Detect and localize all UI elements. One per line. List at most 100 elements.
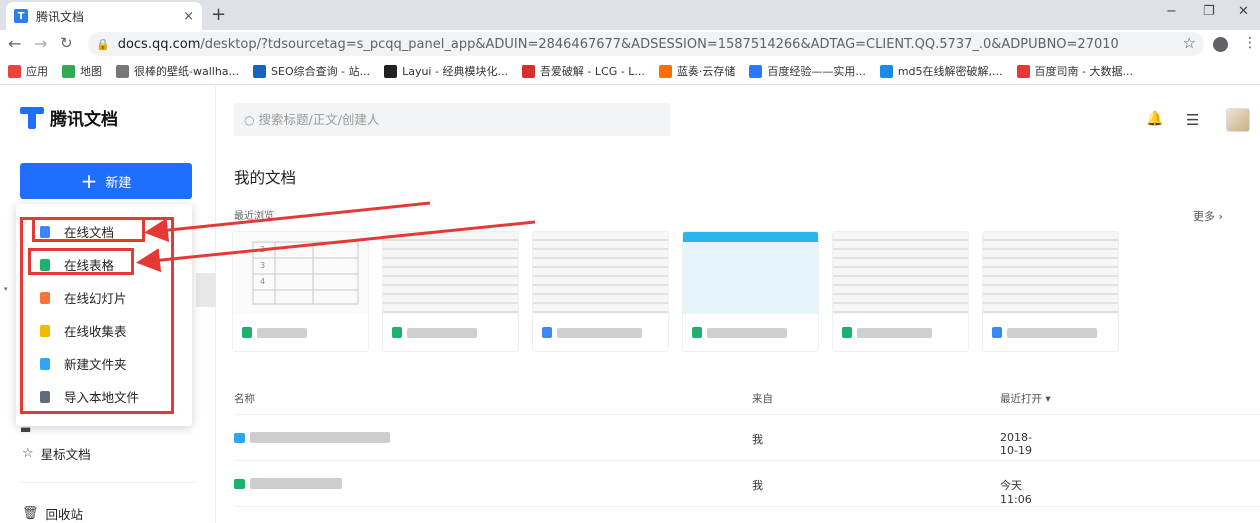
new-menu-item[interactable]: 导入本地文件 [16,380,192,413]
card-thumbnail [983,232,1118,314]
bookmark-item[interactable]: 百度经验——实用... [749,63,866,79]
sidebar-item-trash[interactable]: 🗑 回收站 [22,504,83,523]
bookmark-label: 很棒的壁纸-wallha... [134,65,240,78]
recent-card[interactable] [532,231,669,352]
url-field[interactable]: 🔒 docs.qq.com/desktop/?tdsourcetag=s_pcq… [88,32,1204,56]
bookmark-item[interactable]: md5在线解密破解,... [879,63,1003,79]
column-header-name[interactable]: 名称 [234,391,255,406]
redacted-title [557,328,642,338]
bell-icon[interactable]: 🔔 [1146,111,1163,127]
tab-title: 腾讯文档 [36,9,85,24]
bookmark-favicon-icon [749,64,763,78]
reload-icon[interactable]: ↻ [60,34,73,52]
bookmark-item[interactable]: 很棒的壁纸-wallha... [116,63,239,79]
new-menu-item-label: 导入本地文件 [64,390,140,405]
back-icon[interactable]: ← [8,34,21,53]
bookmark-favicon-icon [8,64,21,78]
row-last-opened: 2018-10-19 [1000,431,1032,457]
file-type-icon [40,390,50,403]
bookmark-label: 吾爱破解 - LCG - L... [539,65,645,78]
file-type-icon [40,225,50,238]
account-avatar-icon[interactable] [1213,37,1228,52]
redacted-file-name [250,478,342,489]
file-type-icon [40,324,50,337]
bookmark-item[interactable]: Layui - 经典模块化... [384,63,508,79]
star-icon: ☆ [22,446,34,461]
file-type-icon [40,357,50,370]
bookmarks-bar: 应用 地图 很棒的壁纸-wallha... SEO综合查询 - 站... Layui -… [0,58,1260,85]
new-menu-item[interactable]: 在线幻灯片 [16,281,192,314]
forward-icon[interactable]: → [34,34,47,53]
main-content: ○ 🔔 ☰ 我的文档 最近浏览 更多 › 2 3 4 名称 来自 最近打开 ▾ 我 2… [216,86,1260,523]
file-type-icon [392,327,402,338]
browser-tab-strip: T 腾讯文档 × + − ❐ ✕ [0,0,1260,30]
bookmark-item[interactable]: 应用 [8,63,48,79]
recent-card[interactable] [832,231,969,352]
header-divider [234,414,1260,415]
sidebar-item-starred[interactable]: ☆ 星标文档 [22,444,91,463]
new-menu-item-label: 在线文档 [64,225,115,240]
recent-card[interactable] [982,231,1119,352]
redacted-title [407,328,477,338]
collapse-caret-icon[interactable]: ▾ [4,285,8,293]
browser-menu-icon[interactable]: ⋮ [1243,35,1257,51]
new-button[interactable]: + 新建 [20,163,192,199]
lock-icon: 🔒 [96,37,110,51]
close-window-icon[interactable]: ✕ [1238,4,1249,19]
redacted-title [257,328,307,338]
card-thumbnail: 2 3 4 [233,232,368,314]
search-box[interactable]: ○ [234,103,670,136]
tab-close-icon[interactable]: × [183,9,194,24]
address-bar-row: ← → ↻ 🔒 docs.qq.com/desktop/?tdsourcetag… [0,30,1260,58]
new-menu-item[interactable]: 新建文件夹 [16,347,192,380]
bookmark-favicon-icon [658,64,672,78]
bookmark-item[interactable]: 百度司南 - 大数据... [1016,63,1133,79]
file-type-icon [842,327,852,338]
new-button-label: 新建 [105,175,132,191]
minimize-icon[interactable]: − [1166,4,1177,19]
sheet-row-number: 2 [260,245,266,254]
recent-card[interactable]: 2 3 4 [232,231,369,352]
row-divider [234,460,1260,461]
bookmark-favicon-icon [384,64,398,78]
tencent-docs-favicon-icon: T [14,9,28,23]
bookmark-favicon-icon [62,64,75,78]
page-title: 我的文档 [234,169,297,187]
bookmark-item[interactable]: SEO综合查询 - 站... [253,63,370,79]
tencent-docs-logo-icon [20,106,44,129]
active-nav-highlight [196,273,216,307]
trash-icon: 🗑 [22,506,39,521]
row-from: 我 [752,433,763,446]
recent-card[interactable] [682,231,819,352]
new-menu-item[interactable]: 在线文档 [16,215,192,248]
row-last-opened: 今天 11:06 [1000,479,1032,506]
browser-tab[interactable]: T 腾讯文档 × [6,2,202,30]
card-thumbnail [683,232,818,314]
bookmark-item[interactable]: 地图 [62,63,102,79]
row-divider [234,506,1260,507]
new-menu-item[interactable]: 在线表格 [16,248,192,281]
new-menu-item[interactable]: 在线收集表 [16,314,192,347]
hamburger-menu-icon[interactable]: ☰ [1186,111,1199,129]
new-tab-button[interactable]: + [211,4,226,25]
new-menu-item-label: 新建文件夹 [64,357,127,372]
app-logo[interactable]: 腾讯文档 [20,105,118,130]
redacted-file-name [250,432,390,443]
new-menu-dropdown: 在线文档在线表格在线幻灯片 在线收集表新建文件夹导入本地文件 [16,204,192,426]
column-header-last-opened[interactable]: 最近打开 ▾ [1000,391,1051,406]
search-input[interactable] [258,112,639,127]
new-menu-item-label: 在线表格 [64,258,115,273]
sheet-row-number: 4 [260,277,266,286]
bookmark-star-icon[interactable]: ☆ [1183,34,1196,52]
recent-card[interactable] [382,231,519,352]
restore-icon[interactable]: ❐ [1203,4,1215,19]
bookmark-label: Layui - 经典模块化... [402,65,508,78]
bookmark-item[interactable]: 蓝奏·云存储 [658,63,735,79]
recent-label: 最近浏览 [234,211,274,222]
file-type-icon [692,327,702,338]
bookmark-label: 百度司南 - 大数据... [1034,65,1133,78]
user-avatar[interactable] [1226,108,1250,132]
column-header-from[interactable]: 来自 [752,391,773,406]
more-link[interactable]: 更多 › [1193,208,1223,224]
bookmark-item[interactable]: 吾爱破解 - LCG - L... [521,63,645,79]
